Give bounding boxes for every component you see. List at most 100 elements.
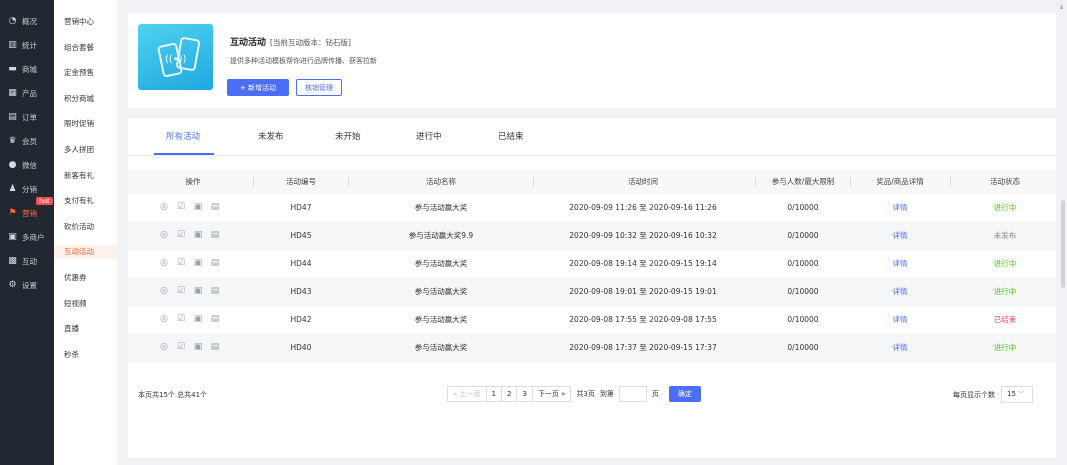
prev-page-button[interactable]: « 上一页	[447, 386, 487, 402]
active-tab-indicator	[154, 153, 214, 155]
sidebar-item[interactable]: ▤ 订单	[0, 106, 54, 128]
submenu-item[interactable]: 砍价活动	[54, 220, 117, 234]
detail-link[interactable]: 详情	[893, 222, 908, 250]
stats-icon: ▥	[8, 39, 17, 50]
sidebar-item[interactable]: ♛ 会员	[0, 130, 54, 152]
submenu-item[interactable]: 积分商城	[54, 92, 117, 106]
delete-icon[interactable]: ▤	[210, 342, 220, 352]
submenu-item[interactable]: 定金预售	[54, 66, 117, 80]
view-icon[interactable]: ◎	[159, 230, 169, 240]
goto-confirm-button[interactable]: 确定	[668, 386, 701, 402]
data-icon[interactable]: ▣	[193, 286, 203, 296]
edit-icon[interactable]: ☑	[176, 342, 186, 352]
submenu-item[interactable]: 限时促销	[54, 117, 117, 131]
participants-cell: 0/10000	[787, 203, 819, 212]
page-scrollbar[interactable]	[1061, 200, 1065, 288]
data-icon[interactable]: ▣	[193, 342, 203, 352]
submenu-item[interactable]: 营销中心	[54, 15, 117, 29]
activity-name-cell: 参与活动赢大奖	[414, 315, 468, 324]
table-header: 操作 活动编号 活动名称 活动时间 参与人数/最大限制 奖品/商品详情 活动状态	[128, 170, 1056, 194]
page-3-button[interactable]: 3	[516, 386, 533, 402]
column-divider	[850, 177, 851, 187]
tab-ended[interactable]: 已结束	[498, 118, 524, 156]
sidebar-item[interactable]: ▬ 商城	[0, 58, 54, 80]
sidebar-item[interactable]: ⚑ 营销 hot	[0, 197, 54, 224]
status-cell: 进行中	[993, 343, 1017, 352]
table-row: ◎ ☑ ▣ ▤ HD43 参与活动赢大奖 2020-09-08 19:01 至 2020-0…	[128, 278, 1056, 306]
submenu-item[interactable]: 短视频	[54, 297, 117, 311]
corner-mark: s	[1060, 4, 1064, 11]
sidebar-item[interactable]: ▩ 互动	[0, 250, 54, 272]
view-icon[interactable]: ◎	[159, 314, 169, 324]
table-row: ◎ ☑ ▣ ▤ HD42 参与活动赢大奖 2020-09-08 17:55 至 2020-0…	[128, 306, 1056, 334]
sidebar-item[interactable]: ⚙ 设置	[0, 274, 54, 296]
sidebar-item[interactable]: ▥ 统计	[0, 34, 54, 56]
row-actions: ◎ ☑ ▣ ▤	[159, 202, 220, 212]
activity-id-cell: HD42	[290, 315, 312, 324]
tab-in-progress[interactable]: 进行中	[416, 118, 442, 156]
detail-link[interactable]: 详情	[893, 194, 908, 222]
delete-icon[interactable]: ▤	[210, 286, 220, 296]
view-icon[interactable]: ◎	[159, 258, 169, 268]
delete-icon[interactable]: ▤	[210, 258, 220, 268]
page-2-button[interactable]: 2	[500, 386, 518, 402]
detail-link[interactable]: 详情	[893, 334, 908, 362]
submenu-item[interactable]: 优惠券	[54, 271, 117, 285]
sidebar-item-label: 微信	[22, 160, 37, 170]
distribution-icon: ♟	[8, 183, 17, 194]
page-1-button[interactable]: 1	[485, 386, 502, 402]
hot-badge: hot	[36, 197, 53, 205]
edit-icon[interactable]: ☑	[176, 258, 186, 268]
edit-icon[interactable]: ☑	[176, 202, 186, 212]
signal-icon: ((•))	[165, 54, 187, 65]
goto-page-input[interactable]	[618, 386, 647, 402]
interactive-activity-illustration: ((•))	[138, 24, 213, 90]
edit-icon[interactable]: ☑	[176, 314, 186, 324]
delete-icon[interactable]: ▤	[210, 202, 220, 212]
dashboard-icon: ◔	[8, 15, 17, 26]
delete-icon[interactable]: ▤	[210, 230, 220, 240]
data-icon[interactable]: ▣	[193, 258, 203, 268]
edit-icon[interactable]: ☑	[176, 286, 186, 296]
view-icon[interactable]: ◎	[159, 202, 169, 212]
status-cell: 进行中	[993, 203, 1017, 212]
sidebar-item[interactable]: ◔ 概况	[0, 10, 54, 32]
data-icon[interactable]: ▣	[193, 230, 203, 240]
next-page-button[interactable]: 下一页 »	[531, 386, 572, 402]
tab-unpublished[interactable]: 未发布	[258, 118, 284, 156]
participants-cell: 0/10000	[787, 259, 819, 268]
submenu-item[interactable]: 支付有礼	[54, 194, 117, 208]
sidebar-item-label: 多商户	[22, 232, 45, 242]
delete-icon[interactable]: ▤	[210, 314, 220, 324]
status-tabs: 所有活动 未发布 未开始 进行中 已结束	[128, 118, 1056, 156]
view-icon[interactable]: ◎	[159, 342, 169, 352]
sidebar-item[interactable]: ▦ 产品	[0, 82, 54, 104]
submenu-item[interactable]: 互动活动	[54, 245, 117, 260]
interact-icon: ▩	[8, 255, 17, 266]
verify-management-button[interactable]: 核销管理	[296, 79, 342, 96]
page-size-select[interactable]: 15 ﹀	[1001, 386, 1033, 403]
data-icon[interactable]: ▣	[193, 314, 203, 324]
data-icon[interactable]: ▣	[193, 202, 203, 212]
submenu-item[interactable]: 多人拼团	[54, 143, 117, 157]
submenu-item[interactable]: 秒杀	[54, 348, 117, 362]
activity-name-cell: 参与活动赢大奖9.9	[408, 231, 474, 240]
column-divider	[348, 177, 349, 187]
tab-all[interactable]: 所有活动	[166, 118, 200, 156]
sidebar-item[interactable]: ▣ 多商户	[0, 226, 54, 248]
view-icon[interactable]: ◎	[159, 286, 169, 296]
tab-not-started[interactable]: 未开始	[335, 118, 361, 156]
submenu-item[interactable]: 组合套餐	[54, 41, 117, 55]
new-activity-button[interactable]: + 新增活动	[227, 79, 289, 96]
activity-name-cell: 参与活动赢大奖	[414, 203, 468, 212]
edit-icon[interactable]: ☑	[176, 230, 186, 240]
participants-cell: 0/10000	[787, 231, 819, 240]
detail-link[interactable]: 详情	[893, 306, 908, 334]
sidebar-item[interactable]: ● 微信	[0, 154, 54, 176]
submenu-item[interactable]: 新客有礼	[54, 169, 117, 183]
detail-link[interactable]: 详情	[893, 250, 908, 278]
sidebar-item-label: 产品	[22, 88, 37, 98]
table-row: ◎ ☑ ▣ ▤ HD47 参与活动赢大奖 2020-09-09 11:26 至 2020-0…	[128, 194, 1056, 222]
submenu-item[interactable]: 直播	[54, 322, 117, 336]
detail-link[interactable]: 详情	[893, 278, 908, 306]
